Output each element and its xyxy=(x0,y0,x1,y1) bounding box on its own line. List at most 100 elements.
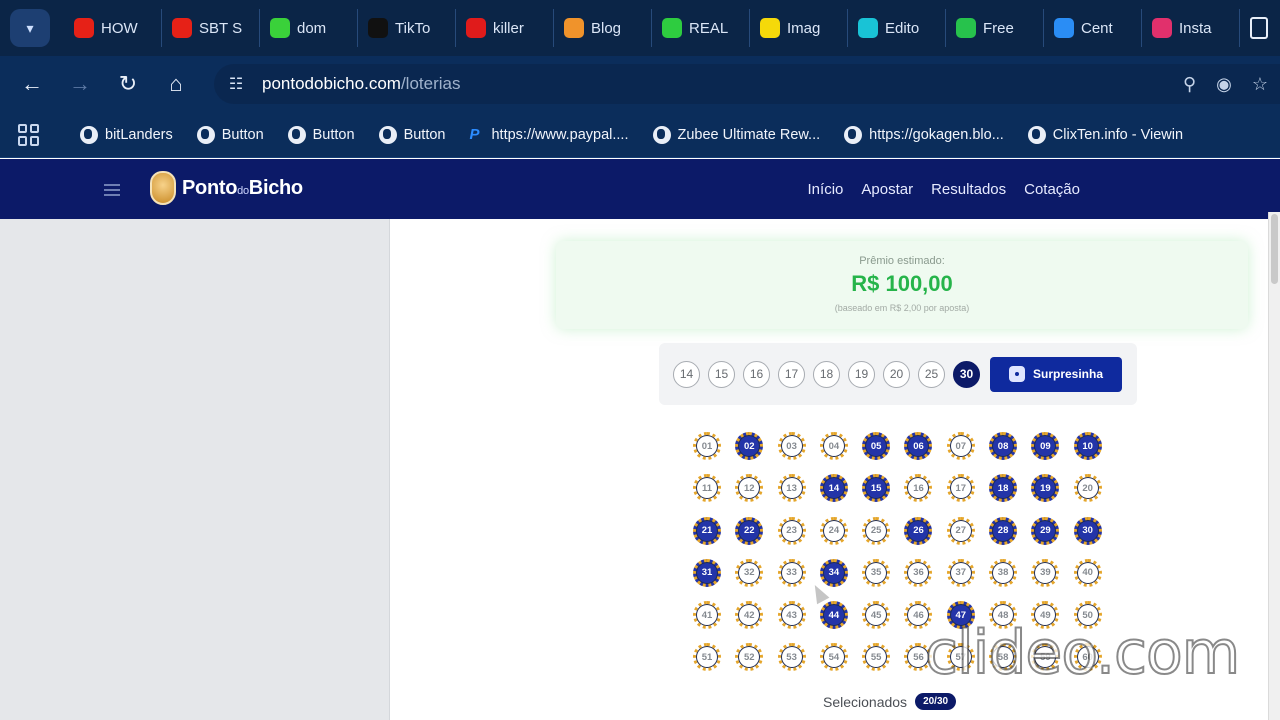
zoom-icon[interactable]: ⚲ xyxy=(1183,74,1196,95)
quantity-option[interactable]: 14 xyxy=(673,360,700,388)
number-ball[interactable]: 51 xyxy=(693,643,721,672)
number-ball[interactable]: 28 xyxy=(989,516,1018,545)
number-ball[interactable]: 22 xyxy=(735,516,764,545)
browser-tab[interactable]: Imag xyxy=(750,9,848,47)
site-logo[interactable]: PontodoBicho xyxy=(150,171,303,205)
number-ball[interactable]: 32 xyxy=(735,558,764,587)
number-ball[interactable]: 26 xyxy=(904,516,933,545)
number-ball[interactable]: 17 xyxy=(946,474,975,503)
bookmark-item[interactable]: bitLanders xyxy=(80,125,173,144)
number-ball[interactable]: 14 xyxy=(819,474,848,503)
number-ball[interactable]: 52 xyxy=(735,643,764,672)
browser-tab[interactable]: SBT S xyxy=(162,9,260,47)
bookmark-item[interactable]: Button xyxy=(287,125,355,144)
quantity-option[interactable]: 15 xyxy=(708,360,735,388)
bookmark-item[interactable]: ClixTen.info - Viewin xyxy=(1027,125,1183,144)
number-ball[interactable]: 23 xyxy=(777,516,806,545)
menu-icon[interactable] xyxy=(104,184,120,196)
apps-grid-icon[interactable] xyxy=(18,123,40,146)
quantity-option[interactable]: 16 xyxy=(743,360,770,388)
number-ball[interactable]: 07 xyxy=(946,432,975,460)
quantity-option[interactable]: 30 xyxy=(953,360,980,388)
number-ball[interactable]: 31 xyxy=(693,558,721,587)
number-ball[interactable]: 37 xyxy=(946,558,975,587)
number-ball[interactable]: 04 xyxy=(819,432,848,460)
bookmark-item[interactable]: Button xyxy=(196,125,264,144)
site-settings-icon[interactable]: ☷ xyxy=(218,74,254,94)
number-ball[interactable]: 27 xyxy=(946,516,975,545)
number-ball[interactable]: 53 xyxy=(777,643,806,672)
number-ball[interactable]: 19 xyxy=(1031,474,1060,503)
number-ball[interactable]: 13 xyxy=(777,474,806,503)
quantity-option[interactable]: 19 xyxy=(848,360,875,388)
number-ball[interactable]: 09 xyxy=(1031,432,1060,460)
number-ball[interactable]: 06 xyxy=(904,432,933,460)
address-bar[interactable]: ☷ pontodobicho.com/loterias ⚲ ◉ ☆ xyxy=(214,64,1280,104)
browser-tab[interactable]: Insta xyxy=(1142,9,1240,47)
surprise-button[interactable]: Surpresinha xyxy=(990,356,1122,392)
quantity-option[interactable]: 25 xyxy=(918,360,945,388)
browser-tab[interactable]: dom xyxy=(260,9,358,47)
number-ball[interactable]: 24 xyxy=(819,516,848,545)
forward-button[interactable]: → xyxy=(56,60,104,108)
quantity-option[interactable]: 18 xyxy=(813,360,840,388)
browser-tab[interactable]: Edito xyxy=(848,9,946,47)
nav-inicio[interactable]: Início xyxy=(808,181,844,198)
bookmark-item[interactable]: https://gokagen.blo... xyxy=(844,125,1004,144)
number-ball[interactable]: 39 xyxy=(1031,558,1060,587)
number-ball[interactable]: 18 xyxy=(989,474,1018,503)
reload-button[interactable]: ↻ xyxy=(104,60,152,108)
number-ball[interactable]: 15 xyxy=(862,474,891,503)
browser-tab[interactable]: Free xyxy=(946,9,1044,47)
number-ball[interactable]: 08 xyxy=(989,432,1018,460)
bookmark-item[interactable]: Phttps://www.paypal.... xyxy=(469,126,628,144)
number-ball[interactable]: 20 xyxy=(1073,474,1102,503)
browser-tab[interactable]: TikTo xyxy=(358,9,456,47)
number-ball[interactable]: 12 xyxy=(735,474,764,503)
number-ball[interactable]: 03 xyxy=(777,432,806,460)
tab-search-button[interactable]: ▾ xyxy=(10,9,50,47)
number-ball[interactable]: 36 xyxy=(904,558,933,587)
url-text[interactable]: pontodobicho.com/loterias xyxy=(262,74,460,94)
number-ball[interactable]: 45 xyxy=(862,601,891,630)
number-ball[interactable]: 10 xyxy=(1073,432,1102,460)
page-scrollbar[interactable] xyxy=(1268,212,1280,720)
number-ball[interactable]: 38 xyxy=(989,558,1018,587)
nav-apostar[interactable]: Apostar xyxy=(861,181,913,198)
number-ball[interactable]: 43 xyxy=(777,601,806,630)
star-icon[interactable]: ☆ xyxy=(1252,74,1268,95)
number-ball[interactable]: 21 xyxy=(693,516,721,545)
browser-tab[interactable]: HOW xyxy=(64,9,162,47)
nav-resultados[interactable]: Resultados xyxy=(931,181,1006,198)
number-ball[interactable]: 44 xyxy=(819,601,848,630)
back-button[interactable]: ← xyxy=(8,60,56,108)
number-ball[interactable]: 16 xyxy=(904,474,933,503)
number-ball[interactable]: 34 xyxy=(819,558,848,587)
number-ball[interactable]: 41 xyxy=(693,601,721,630)
number-ball[interactable]: 55 xyxy=(862,643,891,672)
number-ball[interactable]: 42 xyxy=(735,601,764,630)
number-ball[interactable]: 05 xyxy=(862,432,891,460)
bookmark-item[interactable]: Zubee Ultimate Rew... xyxy=(652,125,820,144)
quantity-option[interactable]: 17 xyxy=(778,360,805,388)
browser-tab[interactable]: REAL xyxy=(652,9,750,47)
number-ball[interactable]: 25 xyxy=(862,516,891,545)
number-ball[interactable]: 11 xyxy=(693,474,721,503)
number-ball[interactable]: 30 xyxy=(1073,516,1102,545)
eye-icon[interactable]: ◉ xyxy=(1216,74,1232,95)
number-ball[interactable]: 54 xyxy=(819,643,848,672)
number-ball[interactable]: 40 xyxy=(1073,558,1102,587)
number-ball[interactable]: 35 xyxy=(862,558,891,587)
number-ball[interactable]: 02 xyxy=(735,432,764,460)
browser-tab[interactable]: Blog xyxy=(554,9,652,47)
browser-tab[interactable]: Cent xyxy=(1044,9,1142,47)
number-ball[interactable]: 29 xyxy=(1031,516,1060,545)
tab-overflow-icon[interactable] xyxy=(1250,17,1268,39)
browser-tab[interactable]: killer xyxy=(456,9,554,47)
nav-cotacao[interactable]: Cotação xyxy=(1024,181,1080,198)
number-ball[interactable]: 01 xyxy=(693,432,721,460)
number-ball[interactable]: 33 xyxy=(777,558,806,587)
quantity-option[interactable]: 20 xyxy=(883,360,910,388)
home-button[interactable]: ⌂ xyxy=(152,60,200,108)
bookmark-item[interactable]: Button xyxy=(378,125,445,144)
